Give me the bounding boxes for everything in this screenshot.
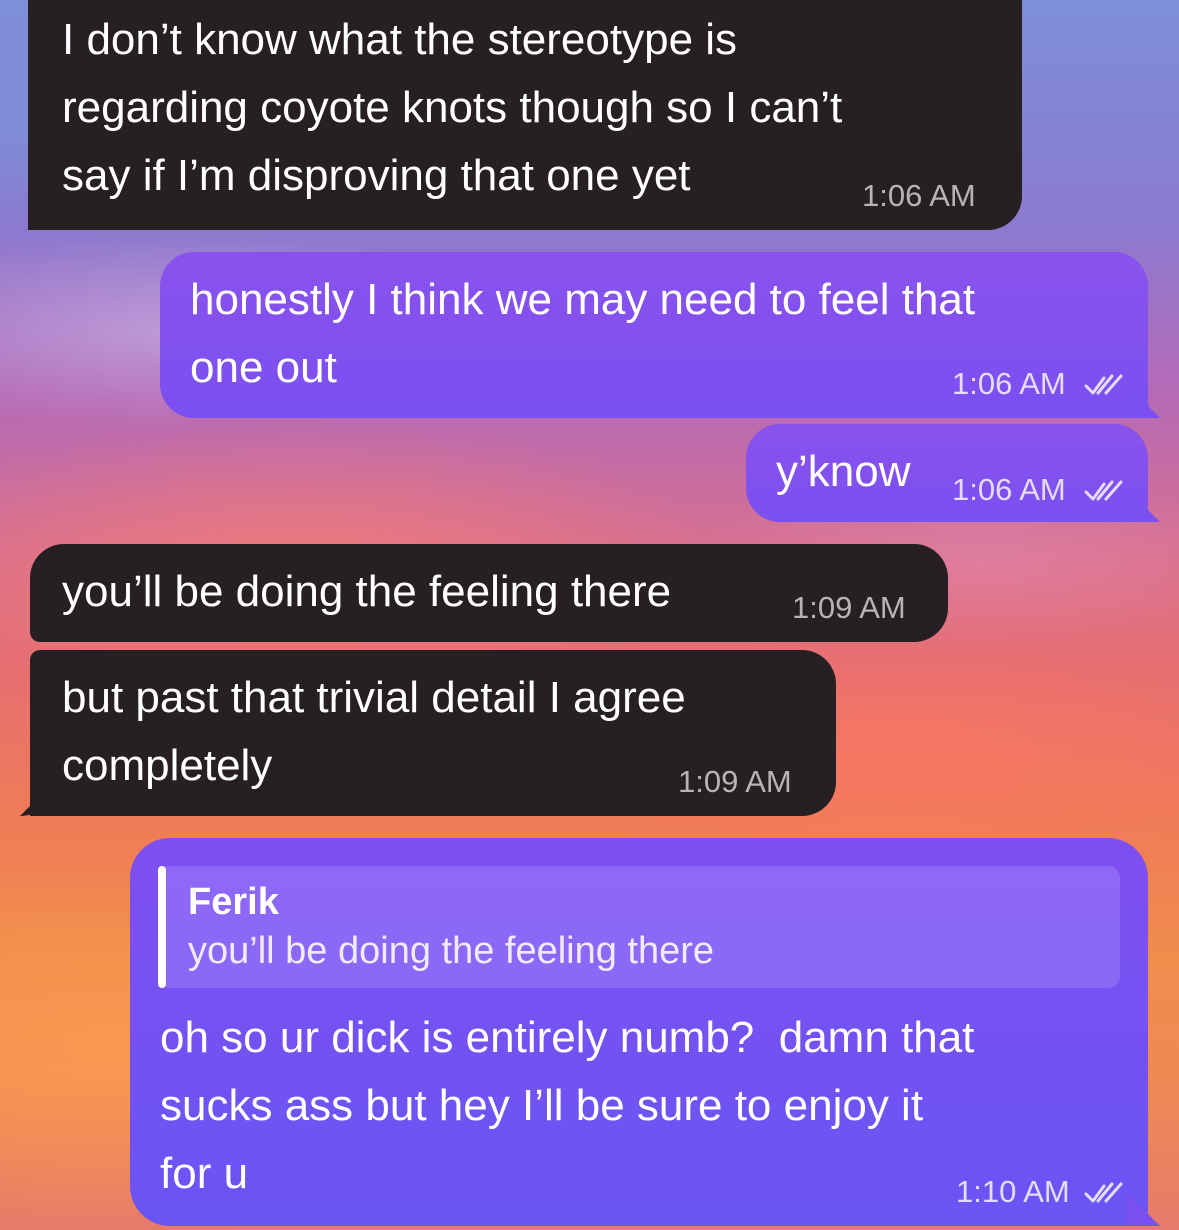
message-bubble-incoming[interactable]: but past that trivial detail I agree com… <box>30 650 836 816</box>
message-time: 1:09 AM <box>678 764 792 799</box>
message-time: 1:06 AM <box>952 366 1066 401</box>
message-time: 1:06 AM <box>862 178 976 213</box>
message-bubble-incoming[interactable]: you’ll be doing the feeling there 1:09 A… <box>30 544 948 642</box>
reply-text: you’ll be doing the feeling there <box>188 930 715 972</box>
message-bubble-incoming[interactable]: I don’t know what the stereotype is rega… <box>28 0 1022 230</box>
message-text: I don’t know what the stereotype is rega… <box>62 15 843 200</box>
message-bubble-outgoing[interactable]: honestly I think we may need to feel tha… <box>160 252 1148 418</box>
message-bubble-outgoing[interactable]: y’know 1:06 AM <box>746 424 1148 522</box>
reply-author: Ferik <box>188 881 279 923</box>
message-time: 1:10 AM <box>956 1174 1070 1209</box>
double-check-icon <box>1084 1182 1123 1203</box>
message-time: 1:06 AM <box>952 472 1066 507</box>
reply-bar <box>158 866 166 988</box>
message-time: 1:09 AM <box>792 590 906 625</box>
double-check-icon <box>1084 480 1123 501</box>
reply-quote[interactable]: Ferik you’ll be doing the feeling there <box>158 866 1120 988</box>
message-bubble-outgoing-reply[interactable]: Ferik you’ll be doing the feeling there … <box>130 838 1148 1226</box>
message-text: y’know <box>776 447 911 496</box>
double-check-icon <box>1084 374 1123 395</box>
message-text: you’ll be doing the feeling there <box>62 567 672 616</box>
